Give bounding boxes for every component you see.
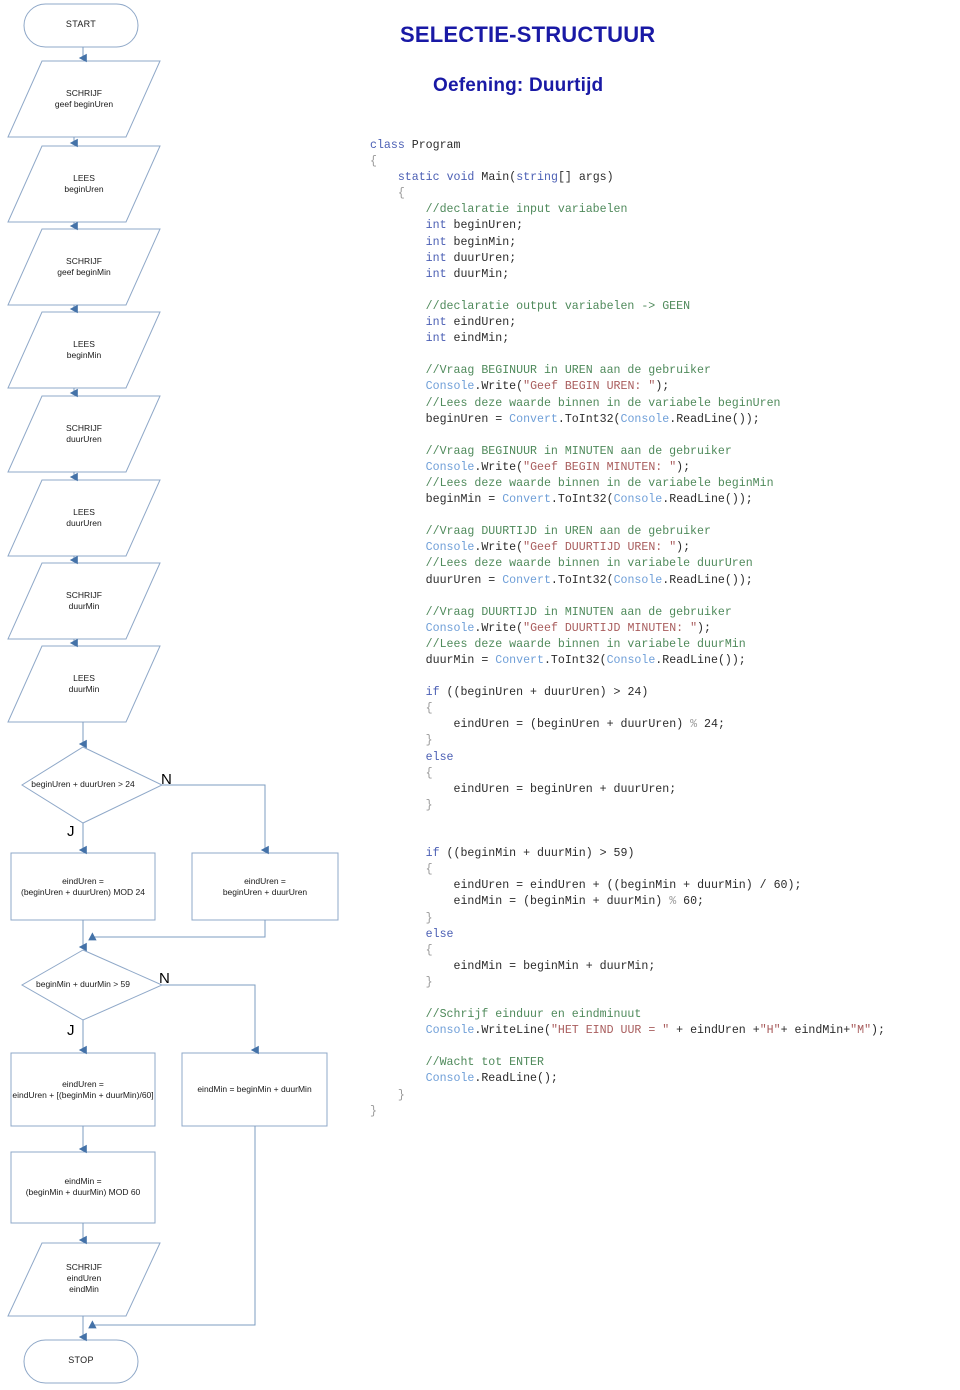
node-proc2-no-shape bbox=[181, 1052, 328, 1127]
flowchart-diagram: START SCHRIJF geef beginUren LEES beginUre… bbox=[0, 0, 370, 1390]
flowchart-shapes bbox=[7, 3, 339, 1384]
code-line: eindUren = (beginUren + duurUren) % 24; bbox=[453, 718, 725, 732]
code-line: //Wacht tot ENTER bbox=[425, 1056, 544, 1070]
code-line: eindUren = eindUren + ((beginMin + duurM… bbox=[453, 879, 802, 893]
code-line: duurMin = Convert.ToInt32(Console.ReadLi… bbox=[425, 654, 746, 667]
page-title: SELECTIE-STRUCTUUR bbox=[400, 22, 656, 47]
node-decision2-shape bbox=[20, 949, 164, 1021]
code-line: { bbox=[425, 702, 433, 716]
code-line: int eindUren; bbox=[425, 316, 517, 330]
node-lees1-shape bbox=[7, 145, 161, 223]
code-line: else bbox=[425, 927, 454, 941]
branch-label-no-2: N bbox=[159, 970, 170, 987]
code-line: int duurMin; bbox=[425, 267, 510, 281]
node-lees3-shape bbox=[7, 479, 161, 557]
code-line: //Vraag BEGINUUR in UREN aan de gebruike… bbox=[425, 364, 711, 378]
code-line: Console.Write("Geef DUURTIJD UREN: "); bbox=[425, 541, 691, 555]
code-line: beginUren = Convert.ToInt32(Console.Read… bbox=[425, 412, 760, 426]
code-line: duurUren = Convert.ToInt32(Console.ReadL… bbox=[425, 573, 753, 587]
code-line: } bbox=[397, 1088, 405, 1102]
code-line: //declaratie input variabelen bbox=[425, 203, 628, 217]
code-line: //Lees deze waarde binnen in variabele d… bbox=[425, 637, 746, 651]
code-line: Console.ReadLine(); bbox=[425, 1072, 558, 1086]
code-line: int beginUren; bbox=[425, 219, 524, 233]
code-line: class Program bbox=[370, 139, 461, 152]
page-subtitle: Oefening: Duurtijd bbox=[433, 75, 604, 96]
code-line: int duurUren; bbox=[425, 251, 517, 265]
code-line: int beginMin; bbox=[425, 235, 517, 249]
node-proc2-yes-shape bbox=[10, 1052, 156, 1127]
node-lees4-shape bbox=[7, 645, 161, 723]
code-line: if ((beginUren + duurUren) > 24) bbox=[425, 686, 649, 700]
code-line: //Vraag DUURTIJD in MINUTEN aan de gebru… bbox=[425, 605, 732, 619]
node-stop-shape bbox=[23, 1339, 139, 1384]
connector-decision1-no bbox=[162, 784, 269, 855]
node-lees2-shape bbox=[7, 311, 161, 389]
code-line: if ((beginMin + duurMin) > 59) bbox=[425, 847, 635, 861]
node-decision1-shape bbox=[21, 746, 164, 824]
code-line: int eindMin; bbox=[425, 332, 510, 346]
node-schrijf5-shape bbox=[7, 1242, 161, 1317]
node-proc3-shape bbox=[10, 1151, 156, 1224]
node-schrijf2-shape bbox=[7, 228, 161, 306]
code-line: eindUren = beginUren + duurUren; bbox=[453, 782, 677, 796]
code-line: } bbox=[425, 734, 433, 748]
branch-label-yes-1: J bbox=[67, 823, 75, 840]
code-line: Console.Write("Geef BEGIN MINUTEN: "); bbox=[425, 460, 691, 474]
code-line: { bbox=[425, 766, 433, 780]
code-line: { bbox=[425, 863, 433, 877]
code-line: } bbox=[425, 911, 433, 925]
content-panel: SELECTIE-STRUCTUUR Oefening: Duurtijd cl… bbox=[370, 0, 960, 1390]
branch-label-yes-2: J bbox=[67, 1022, 75, 1039]
code-line: //declaratie output variabelen -> GEEN bbox=[425, 299, 691, 313]
code-line: { bbox=[397, 187, 405, 201]
code-line: //Vraag BEGINUUR in MINUTEN aan de gebru… bbox=[425, 444, 732, 458]
code-line: } bbox=[425, 798, 433, 812]
connector-decision2-no bbox=[162, 984, 259, 1055]
node-schrijf3-shape bbox=[7, 395, 161, 473]
code-line: //Lees deze waarde binnen in de variabel… bbox=[425, 476, 774, 490]
code-line: Console.Write("Geef DUURTIJD MINUTEN: ")… bbox=[425, 621, 711, 635]
node-schrijf1-shape bbox=[7, 60, 161, 138]
code-line: } bbox=[370, 1104, 377, 1118]
node-start-shape bbox=[23, 3, 139, 48]
code-line: Console.WriteLine("HET EIND UUR = " + ei… bbox=[425, 1024, 885, 1038]
code-line: //Vraag DUURTIJD in UREN aan de gebruike… bbox=[425, 525, 711, 539]
code-listing: class Program { static void Main(string[]… bbox=[370, 138, 960, 1120]
code-line: beginMin = Convert.ToInt32(Console.ReadL… bbox=[425, 493, 753, 507]
code-line: Console.Write("Geef BEGIN UREN: "); bbox=[425, 380, 670, 394]
code-line: eindMin = beginMin + duurMin; bbox=[453, 959, 656, 973]
branch-label-no-1: N bbox=[161, 771, 172, 788]
node-schrijf4-shape bbox=[7, 562, 161, 640]
node-proc1-no-shape bbox=[191, 852, 339, 921]
code-line: eindMin = (beginMin + duurMin) % 60; bbox=[453, 895, 705, 909]
code-line: //Schrijf einduur en eindminuut bbox=[425, 1008, 642, 1022]
code-line: } bbox=[425, 975, 433, 989]
connector-proc1-no-merge bbox=[88, 920, 266, 941]
code-line: //Lees deze waarde binnen in variabele d… bbox=[425, 557, 753, 571]
code-line: //Lees deze waarde binnen in de variabel… bbox=[425, 396, 781, 410]
code-line: static void Main(string[] args) bbox=[397, 171, 614, 185]
code-line: { bbox=[425, 943, 433, 957]
node-proc1-yes-shape bbox=[10, 852, 156, 921]
code-line: { bbox=[370, 155, 377, 169]
code-line: else bbox=[425, 750, 454, 764]
